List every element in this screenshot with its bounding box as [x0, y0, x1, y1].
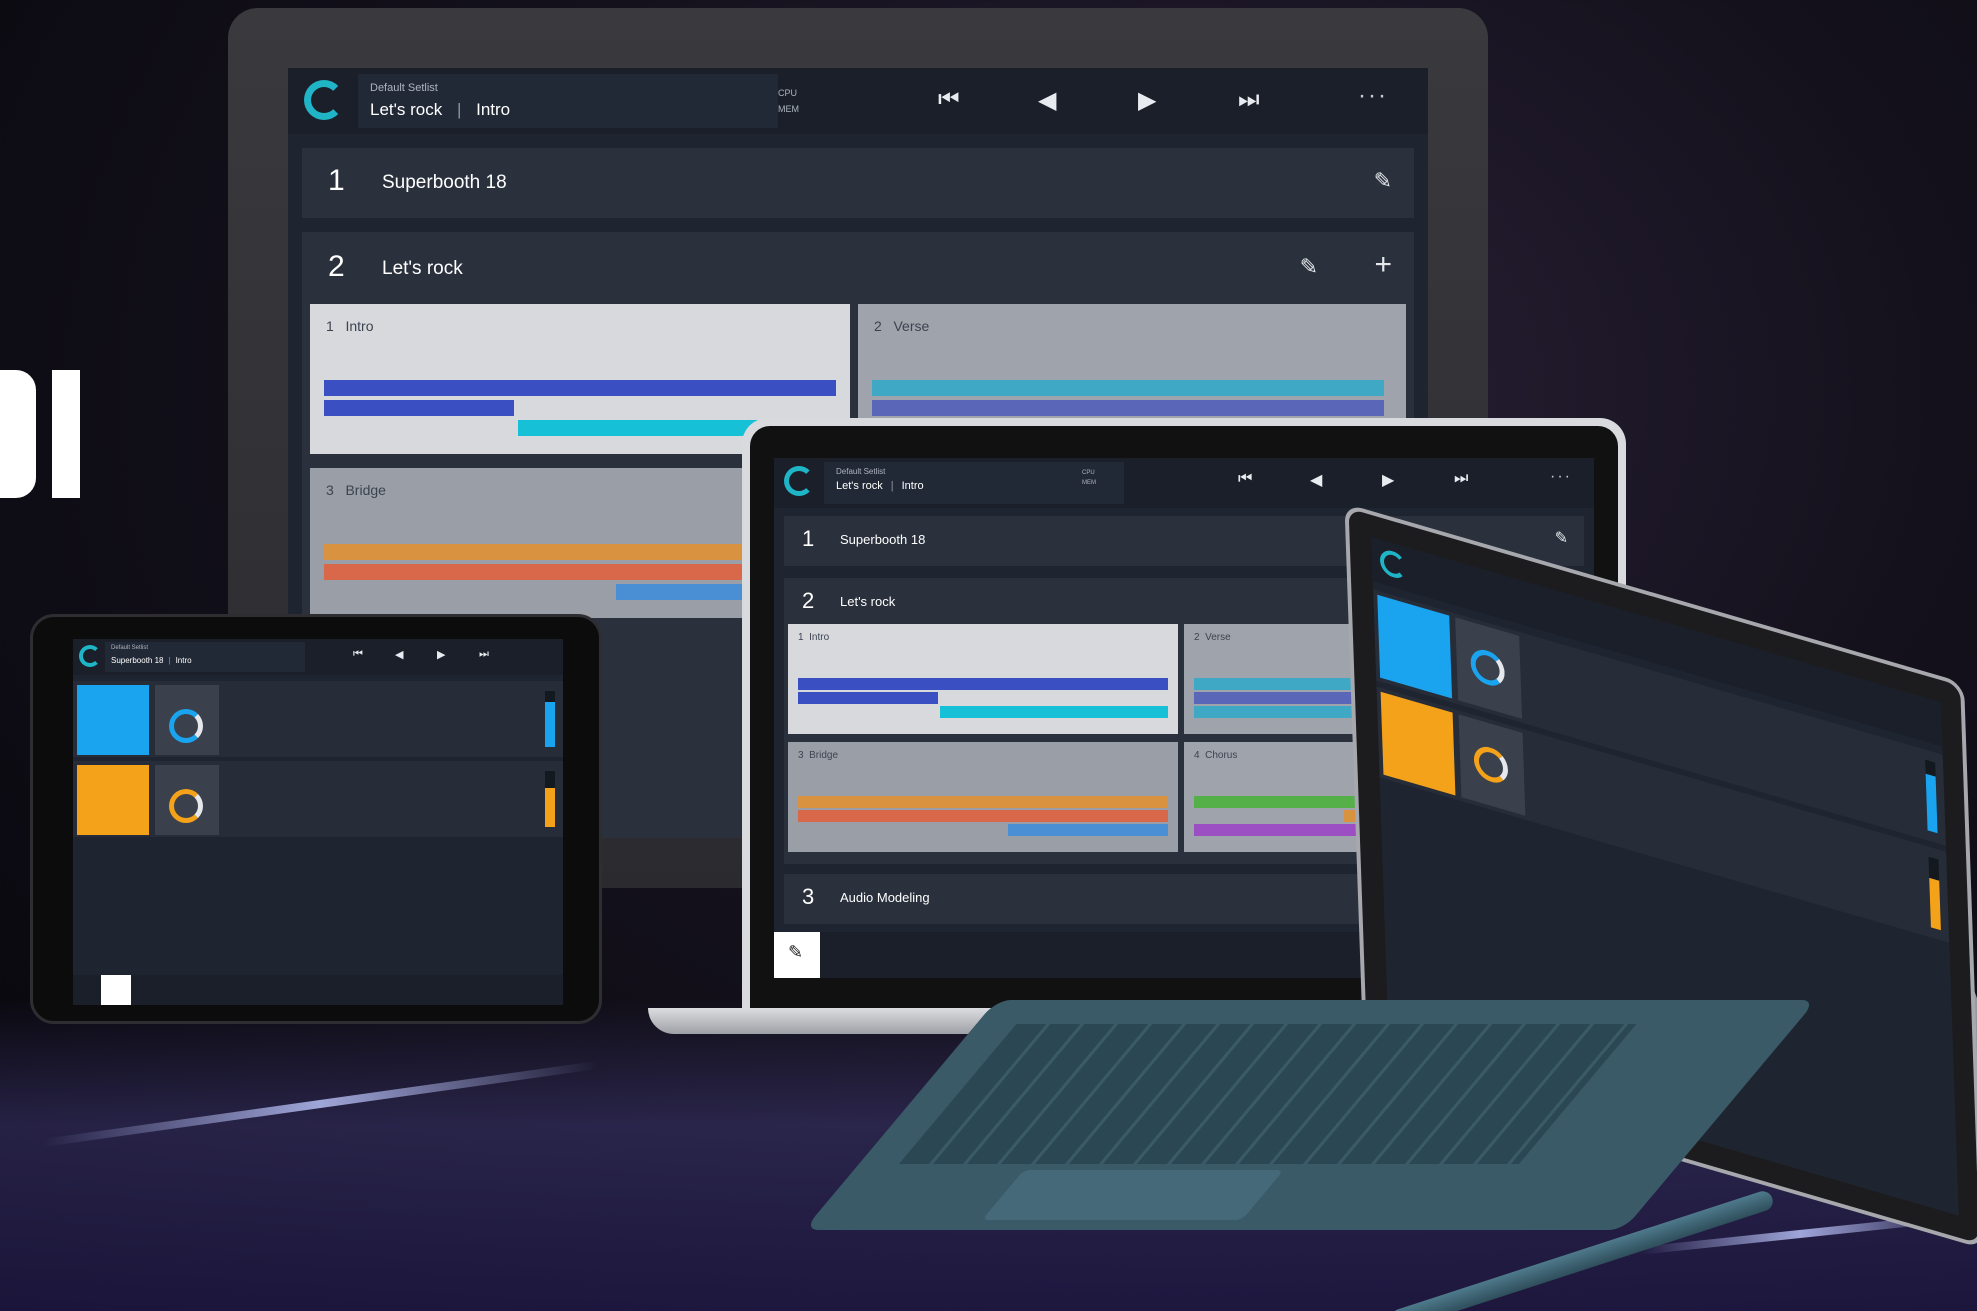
rewind-icon[interactable]: ◀ [1038, 86, 1056, 115]
knob-panel[interactable] [1455, 617, 1523, 719]
pencil-icon[interactable]: ✎ [1300, 254, 1318, 280]
play-icon[interactable]: ▶ [1138, 86, 1156, 115]
knob[interactable] [169, 789, 203, 823]
knob-panel[interactable] [155, 685, 219, 755]
edit-tool-button[interactable]: ✎ [774, 932, 820, 978]
song-row[interactable]: 1 Superbooth 18 ✎ [302, 148, 1414, 218]
current-part: Intro [476, 100, 511, 119]
top-bar: Default Setlist Let's rock | Intro CPU MEM … [774, 458, 1594, 508]
song-name: Superbooth 18 [382, 172, 507, 193]
camelot-logo-icon [784, 466, 814, 496]
knob-panel[interactable] [155, 765, 219, 835]
rewind-icon[interactable]: ◀ [395, 648, 403, 661]
clip-bar [872, 380, 1384, 396]
knob[interactable] [1470, 645, 1506, 690]
part-label: 2 Verse [874, 318, 930, 334]
bottom-toolbar [73, 975, 563, 1005]
knob[interactable] [1473, 742, 1509, 787]
part-tile-bridge[interactable]: 3 Bridge [788, 742, 1178, 852]
skip-forward-icon[interactable]: ⏭ [1238, 86, 1260, 114]
plus-icon[interactable]: + [1374, 248, 1392, 282]
skip-back-icon[interactable]: ⏮ [1238, 470, 1252, 488]
pad-blue[interactable] [1377, 594, 1453, 699]
level-meter [545, 771, 555, 827]
play-icon[interactable]: ▶ [437, 648, 445, 661]
setlist-selector[interactable]: Default Setlist Let's rock | Intro CPU M… [358, 74, 799, 128]
level-meter [1928, 856, 1941, 931]
setlist-selector[interactable]: Default Setlist Let's rock | Intro CPU MEM [824, 462, 1124, 504]
knob-panel[interactable] [1458, 714, 1526, 816]
top-bar: Default Setlist Let's rock | Intro CPU M… [288, 68, 1428, 134]
track-row[interactable] [73, 681, 563, 757]
play-icon[interactable]: ▶ [1382, 470, 1394, 490]
song-number: 1 [328, 164, 345, 197]
song-number: 2 [328, 250, 345, 283]
camelot-logo-icon [79, 645, 101, 667]
tablet-screen: Default Setlist Superbooth 18 | Intro ⏮ ◀ … [73, 639, 563, 1005]
pencil-icon[interactable]: ✎ [1555, 528, 1568, 548]
level-meter [545, 691, 555, 747]
pencil-icon[interactable]: ✎ [1374, 168, 1392, 194]
song-name: Let's rock [382, 258, 463, 279]
clip-bar [872, 400, 1384, 416]
top-bar: Default Setlist Superbooth 18 | Intro ⏮ ◀ … [73, 639, 563, 675]
trackpad [981, 1170, 1284, 1220]
part-label: 1 Intro [326, 318, 374, 334]
level-meter [1925, 759, 1938, 834]
camelot-logo-icon [304, 80, 344, 120]
current-song-part: Let's rock | Intro [370, 100, 511, 119]
edit-tool-button[interactable] [101, 975, 131, 1005]
track-row[interactable] [73, 761, 563, 837]
more-menu-button[interactable]: ··· [1358, 82, 1388, 110]
setlist-label: Default Setlist [370, 82, 438, 94]
pad-blue[interactable] [77, 685, 149, 755]
knob[interactable] [169, 709, 203, 743]
skip-forward-icon[interactable]: ⏭ [1454, 470, 1468, 488]
tablet: Default Setlist Superbooth 18 | Intro ⏮ ◀ … [30, 614, 602, 1024]
cpu-mem-meter: CPU MEM [778, 88, 799, 114]
pencil-icon: ✎ [788, 942, 804, 962]
skip-back-icon[interactable]: ⏮ [938, 86, 960, 114]
more-menu-button[interactable]: ··· [1550, 468, 1572, 486]
camelot-logo-icon [1379, 547, 1407, 582]
part-tile-intro[interactable]: 1 Intro [788, 624, 1178, 734]
part-label: 3 Bridge [326, 482, 386, 498]
setlist-selector[interactable]: Default Setlist Superbooth 18 | Intro [105, 642, 305, 672]
clip-bar [324, 400, 514, 416]
clip-bar [324, 380, 836, 396]
skip-forward-icon[interactable]: ⏭ [479, 648, 489, 661]
rewind-icon[interactable]: ◀ [1310, 470, 1322, 490]
current-song: Let's rock [370, 100, 443, 119]
skip-back-icon[interactable]: ⏮ [353, 648, 363, 661]
pad-orange[interactable] [77, 765, 149, 835]
brand-logo-fragment [0, 370, 82, 498]
pad-orange[interactable] [1380, 691, 1456, 796]
